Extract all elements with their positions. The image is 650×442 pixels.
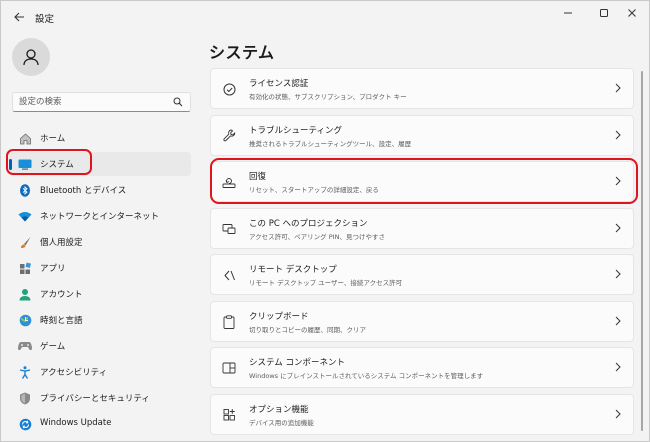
card-troubleshoot[interactable]: トラブルシューティング 推奨されるトラブルシューティングツール、設定、履歴: [210, 114, 634, 156]
home-icon: [18, 131, 32, 145]
sidebar-item-label: アカウント: [40, 290, 83, 300]
card-projection[interactable]: この PC へのプロジェクション アクセス許可、ペアリング PIN、見つけやすさ: [210, 207, 634, 249]
chevron-right-icon: [615, 83, 621, 93]
sidebar-item-personalization[interactable]: 個人用設定: [9, 230, 191, 254]
page-title: システム: [209, 43, 275, 62]
chevron-right-icon: [615, 362, 621, 372]
personalization-icon: [18, 235, 32, 249]
sidebar-item-gaming[interactable]: ゲーム: [9, 334, 191, 358]
activation-check-icon: [222, 82, 236, 96]
settings-list: ライセンス認証 有効化の状態、サブスクリプション、プロダクト キー トラブルシュ…: [210, 68, 634, 440]
gaming-icon: [18, 339, 32, 353]
sidebar-highlight-annotation: [6, 149, 92, 175]
card-activation[interactable]: ライセンス認証 有効化の状態、サブスクリプション、プロダクト キー: [210, 68, 634, 109]
optional-features-icon: [222, 408, 236, 422]
sidebar-item-label: ゲーム: [40, 342, 66, 352]
sidebar-item-label: ネットワークとインターネット: [40, 212, 160, 222]
time-language-icon: [18, 313, 32, 327]
user-icon: [23, 49, 39, 66]
sidebar-item-network[interactable]: ネットワークとインターネット: [9, 204, 191, 228]
sidebar-item-label: 個人用設定: [40, 238, 83, 248]
projection-icon: [222, 222, 236, 236]
sidebar-item-accounts[interactable]: アカウント: [9, 282, 191, 306]
search-input[interactable]: [19, 95, 169, 109]
card-remote-desktop[interactable]: リモート デスクトップ リモート デスクトップ ユーザー、接続アクセス許可: [210, 254, 634, 295]
card-description: Windows にプレインストールされているシステム コンポーネントを管理します: [249, 372, 484, 380]
card-title: オプション機能: [249, 404, 309, 415]
account-icon: [18, 287, 32, 301]
bluetooth-icon: [18, 183, 32, 197]
sidebar-item-privacy[interactable]: プライバシーとセキュリティ: [9, 386, 191, 410]
sidebar-item-time-language[interactable]: 時刻と言語: [9, 308, 191, 332]
card-description: デバイス用の追加機能: [249, 418, 314, 427]
clipboard-icon: [222, 314, 236, 329]
card-description: リモート デスクトップ ユーザー、接続アクセス許可: [249, 279, 403, 287]
card-title: ライセンス認証: [249, 79, 309, 89]
sidebar-item-label: Windows Update: [40, 418, 112, 428]
sidebar-item-label: アクセシビリティ: [40, 368, 108, 378]
card-description: アクセス許可、ペアリング PIN、見つけやすさ: [249, 232, 385, 241]
sidebar-item-windows-update[interactable]: Windows Update: [9, 412, 191, 436]
sidebar-item-apps[interactable]: アプリ: [9, 256, 191, 280]
chevron-right-icon: [615, 409, 621, 418]
card-description: 推奨されるトラブルシューティングツール、設定、履歴: [249, 139, 412, 148]
close-button[interactable]: [615, 1, 649, 25]
recovery-highlight-annotation: [210, 158, 638, 204]
close-icon: [628, 9, 636, 17]
card-title: システム コンポーネント: [249, 358, 345, 368]
chevron-right-icon: [615, 223, 621, 232]
card-description: 有効化の状態、サブスクリプション、プロダクト キー: [249, 93, 407, 101]
sidebar-item-bluetooth[interactable]: Bluetooth とデバイス: [9, 178, 191, 202]
card-title: トラブルシューティング: [249, 125, 342, 136]
card-system-components[interactable]: システム コンポーネント Windows にプレインストールされているシステム …: [210, 347, 634, 388]
sidebar-item-label: アプリ: [40, 264, 66, 274]
system-components-icon: [222, 361, 236, 375]
card-clipboard[interactable]: クリップボード 切り取りとコピーの履歴、同期、クリア: [210, 300, 634, 342]
sidebar-item-label: Bluetooth とデバイス: [40, 186, 127, 196]
windows-update-icon: [18, 417, 32, 431]
sidebar-item-label: ホーム: [40, 134, 66, 144]
minimize-icon: [564, 12, 572, 14]
chevron-right-icon: [615, 130, 621, 139]
sidebar-item-label: プライバシーとセキュリティ: [40, 394, 150, 404]
user-avatar[interactable]: [12, 38, 50, 76]
card-description: 切り取りとコピーの履歴、同期、クリア: [249, 325, 366, 334]
accessibility-icon: [18, 365, 32, 379]
maximize-icon: [600, 9, 608, 17]
network-icon: [18, 209, 32, 223]
apps-icon: [18, 261, 32, 275]
card-title: リモート デスクトップ: [249, 265, 337, 275]
settings-window: 設定 ホーム: [0, 0, 650, 442]
sidebar-item-home[interactable]: ホーム: [9, 126, 191, 150]
privacy-shield-icon: [18, 391, 32, 405]
card-title: この PC へのプロジェクション: [249, 218, 368, 229]
card-optional-features[interactable]: オプション機能 デバイス用の追加機能: [210, 393, 634, 435]
search-box[interactable]: [12, 92, 191, 112]
minimize-button[interactable]: [551, 1, 585, 25]
app-title: 設定: [35, 14, 55, 25]
remote-desktop-icon: [222, 268, 236, 282]
chevron-right-icon: [615, 316, 621, 325]
search-icon[interactable]: [173, 97, 183, 107]
chevron-right-icon: [615, 269, 621, 279]
back-arrow-icon[interactable]: [9, 7, 29, 27]
card-title: クリップボード: [249, 311, 309, 322]
sidebar-item-label: 時刻と言語: [40, 316, 83, 326]
wrench-icon: [222, 129, 236, 143]
sidebar-item-accessibility[interactable]: アクセシビリティ: [9, 360, 191, 384]
scrollbar[interactable]: [641, 71, 643, 431]
title-bar: 設定: [1, 1, 649, 33]
